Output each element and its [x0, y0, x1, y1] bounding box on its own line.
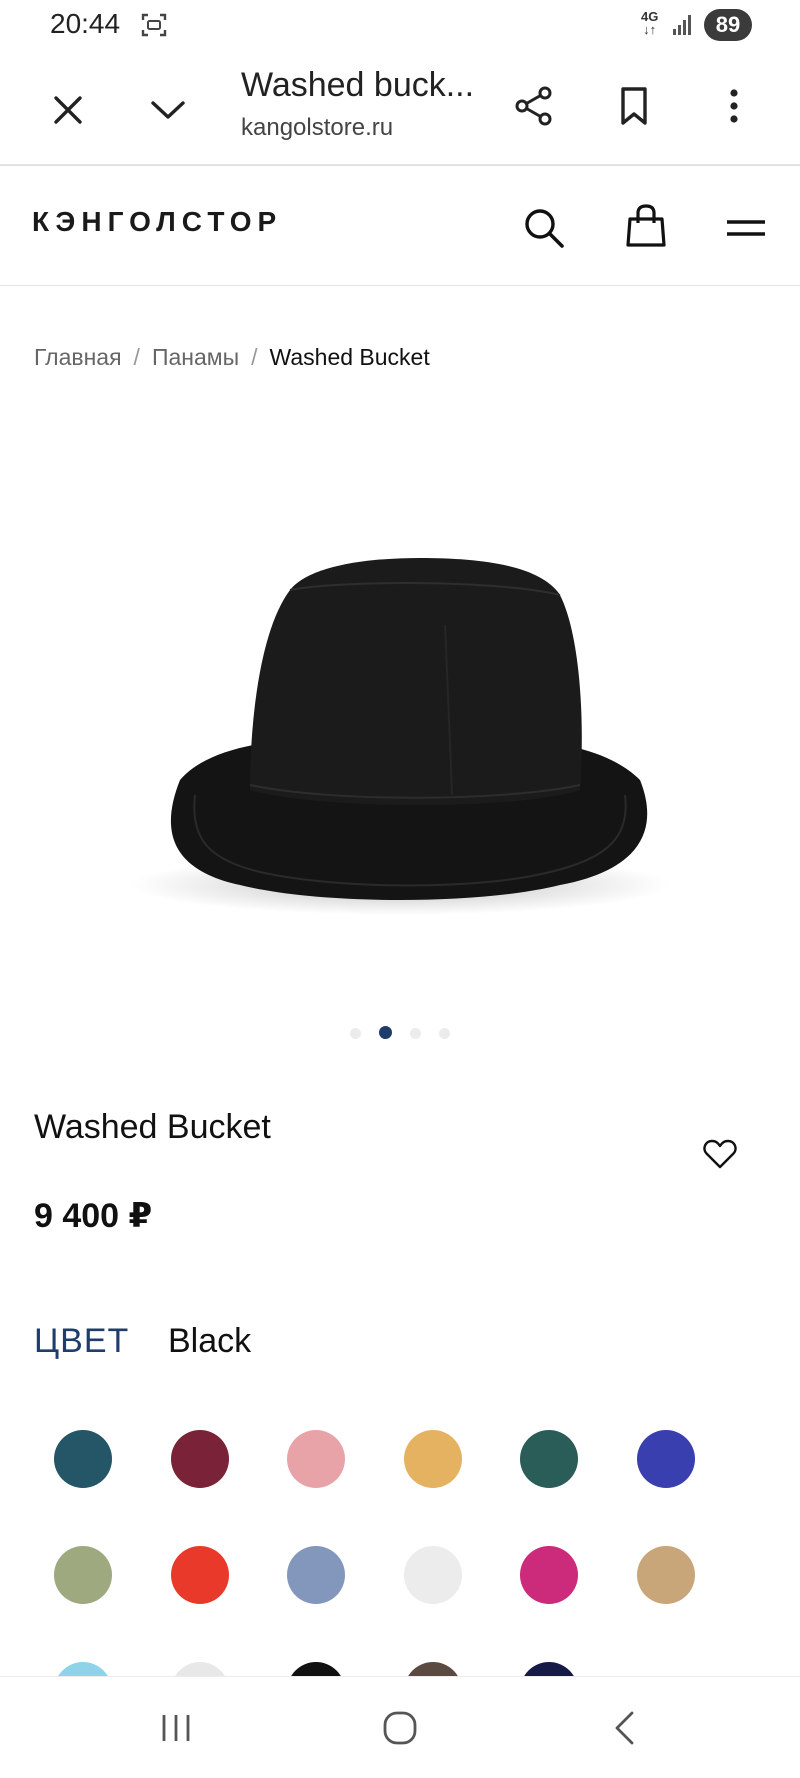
gallery-pagination	[0, 1026, 800, 1039]
breadcrumb-home[interactable]: Главная	[34, 344, 122, 370]
color-swatch[interactable]	[54, 1430, 112, 1488]
color-swatch[interactable]	[520, 1430, 578, 1488]
chevron-down-icon	[151, 101, 185, 119]
search-icon	[525, 209, 564, 248]
gallery-dot[interactable]	[350, 1028, 361, 1039]
home-button[interactable]	[370, 1701, 430, 1755]
search-button[interactable]	[518, 202, 570, 254]
breadcrumb-separator: /	[251, 344, 258, 370]
bookmark-button[interactable]	[610, 82, 658, 130]
selected-color: Black	[168, 1322, 252, 1360]
shopping-bag-icon	[626, 204, 666, 247]
color-swatch[interactable]	[404, 1546, 462, 1604]
recent-apps-button[interactable]	[146, 1701, 206, 1755]
hamburger-menu-icon	[727, 220, 765, 236]
color-swatch[interactable]	[171, 1546, 229, 1604]
color-swatch[interactable]	[637, 1430, 695, 1488]
product-price: 9 400 ₽	[34, 1197, 153, 1235]
bookmark-icon	[621, 87, 647, 125]
screenshot-icon	[141, 13, 167, 37]
color-swatch[interactable]	[171, 1430, 229, 1488]
breadcrumb-category[interactable]: Панамы	[152, 344, 239, 370]
browser-toolbar: Washed buck... kangolstore.ru	[0, 52, 800, 166]
color-label: ЦВЕТ	[34, 1322, 130, 1360]
close-tab-button[interactable]	[44, 86, 92, 134]
home-icon	[383, 1711, 417, 1745]
battery-level: 89	[704, 9, 752, 41]
page-url[interactable]: kangolstore.ru	[241, 114, 393, 142]
color-swatch[interactable]	[54, 1546, 112, 1604]
network-type: 4G ↓↑	[641, 9, 659, 37]
product-title: Washed Bucket	[34, 1108, 271, 1146]
back-button[interactable]	[594, 1701, 654, 1755]
gallery-dot[interactable]	[410, 1028, 421, 1039]
status-time: 20:44	[50, 8, 121, 39]
page-title: Washed buck...	[241, 66, 475, 104]
cart-button[interactable]	[620, 200, 672, 252]
more-vert-icon	[730, 89, 738, 123]
color-swatch[interactable]	[520, 1546, 578, 1604]
close-icon	[54, 96, 82, 124]
site-logo[interactable]: КЭНГОЛСТОР	[32, 206, 282, 238]
gallery-dot-active[interactable]	[379, 1026, 392, 1039]
back-icon	[615, 1711, 634, 1745]
status-bar: 20:44 4G ↓↑ 89	[0, 0, 800, 52]
color-swatch[interactable]	[287, 1546, 345, 1604]
recent-apps-icon	[162, 1715, 190, 1741]
breadcrumb: Главная / Панамы / Washed Bucket	[34, 344, 430, 371]
product-image	[130, 558, 670, 915]
breadcrumb-current: Washed Bucket	[269, 344, 430, 370]
signal-icon	[673, 15, 691, 35]
system-navigation-bar	[0, 1676, 800, 1778]
heart-icon	[703, 1139, 737, 1169]
menu-button[interactable]	[720, 202, 772, 254]
wishlist-button[interactable]	[700, 1134, 740, 1174]
color-swatch[interactable]	[404, 1430, 462, 1488]
breadcrumb-separator: /	[133, 344, 140, 370]
color-swatch[interactable]	[637, 1546, 695, 1604]
more-options-button[interactable]	[710, 82, 758, 130]
color-swatch[interactable]	[287, 1430, 345, 1488]
share-button[interactable]	[510, 82, 558, 130]
site-header: КЭНГОЛСТОР	[0, 168, 800, 286]
minimize-tab-button[interactable]	[144, 86, 192, 134]
share-icon	[515, 86, 552, 126]
product-image-gallery[interactable]	[0, 400, 800, 1020]
gallery-dot[interactable]	[439, 1028, 450, 1039]
